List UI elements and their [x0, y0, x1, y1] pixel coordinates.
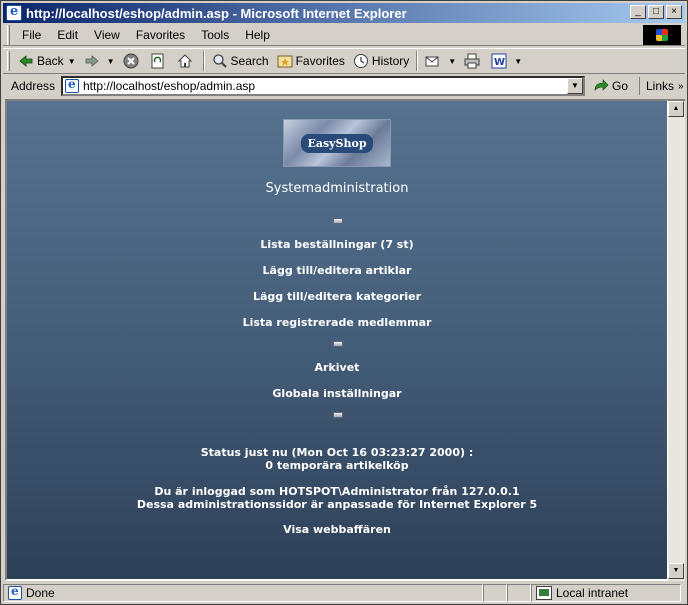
home-icon	[177, 53, 193, 69]
search-icon	[212, 53, 228, 69]
menu-help[interactable]: Help	[237, 28, 278, 42]
toolbar-grip[interactable]	[7, 51, 10, 71]
page-title: Systemadministration	[265, 181, 409, 196]
menubar-grip[interactable]	[7, 24, 10, 45]
links-button[interactable]: Links »	[639, 77, 684, 95]
window-controls: _ □ ×	[628, 5, 682, 19]
status-line: Status just nu (Mon Oct 16 03:23:27 2000…	[200, 446, 474, 459]
menu-favorites[interactable]: Favorites	[128, 28, 193, 42]
address-dropdown-button[interactable]: ▼	[567, 78, 583, 94]
easyshop-logo: EasyShop	[283, 119, 391, 167]
address-input[interactable]: http://localhost/eshop/admin.asp ▼	[61, 76, 585, 96]
menu-bar: File Edit View Favorites Tools Help	[3, 24, 685, 46]
menu-edit[interactable]: Edit	[49, 28, 86, 42]
browser-note-line: Dessa administrationssidor är anpassade …	[136, 498, 538, 511]
status-bar: Done Local intranet	[3, 583, 685, 603]
menu-view[interactable]: View	[86, 28, 128, 42]
refresh-button[interactable]	[146, 50, 173, 72]
address-url[interactable]: http://localhost/eshop/admin.asp	[83, 79, 255, 93]
bullet-icon	[333, 412, 343, 418]
print-button[interactable]	[460, 50, 487, 72]
links-label: Links	[646, 79, 675, 93]
title-bar: http://localhost/eshop/admin.asp - Micro…	[3, 3, 685, 23]
mail-dropdown-icon[interactable]: ▼	[448, 57, 456, 66]
edit-button[interactable]: W ▼	[487, 50, 526, 72]
address-bar: Address http://localhost/eshop/admin.asp…	[3, 75, 685, 97]
standard-toolbar: Back ▼ ▼ Search Favorites History ▼ W ▼	[3, 48, 685, 74]
logo-text: EasyShop	[301, 133, 373, 153]
status-pane	[507, 584, 531, 602]
bullet-icon	[333, 341, 343, 347]
categories-link[interactable]: Lägg till/editera kategorier	[7, 290, 667, 303]
view-shop-link[interactable]: Visa webbaffären	[7, 523, 667, 536]
orders-link[interactable]: Lista beställningar (7 st)	[7, 238, 667, 251]
word-edit-icon: W	[491, 53, 507, 69]
menu-file[interactable]: File	[14, 28, 49, 42]
history-button[interactable]: History	[349, 50, 413, 72]
forward-arrow-icon	[84, 53, 100, 69]
history-label: History	[371, 54, 410, 68]
search-button[interactable]: Search	[208, 50, 273, 72]
page-icon	[65, 77, 79, 93]
intranet-zone-icon	[536, 586, 552, 600]
back-arrow-icon	[18, 53, 34, 69]
archive-link[interactable]: Arkivet	[7, 361, 667, 374]
stop-icon	[123, 53, 139, 69]
browser-window: http://localhost/eshop/admin.asp - Micro…	[0, 0, 688, 605]
windows-throbber-icon	[643, 25, 681, 45]
window-title: http://localhost/eshop/admin.asp - Micro…	[26, 5, 407, 21]
articles-link[interactable]: Lägg till/editera artiklar	[7, 264, 667, 277]
temp-purchases-line: 0 temporära artikelköp	[265, 459, 409, 472]
back-button[interactable]: Back ▼	[14, 50, 80, 72]
zone-text: Local intranet	[556, 586, 629, 600]
refresh-icon	[150, 53, 166, 69]
back-dropdown-icon[interactable]: ▼	[68, 57, 76, 66]
forward-dropdown-icon[interactable]: ▼	[107, 57, 115, 66]
address-label: Address	[11, 79, 56, 93]
favorites-icon	[277, 53, 293, 69]
status-text-pane: Done	[3, 584, 483, 602]
maximize-button[interactable]: □	[648, 5, 664, 19]
scroll-down-button[interactable]: ▼	[668, 563, 684, 579]
stop-button[interactable]	[119, 50, 146, 72]
bullet-icon	[333, 218, 343, 224]
vertical-scrollbar[interactable]: ▲ ▼	[668, 99, 685, 581]
ie-logo-icon	[6, 4, 22, 21]
chevron-right-icon: »	[678, 80, 684, 92]
menu-tools[interactable]: Tools	[193, 28, 237, 42]
go-button[interactable]: Go	[593, 77, 628, 95]
status-text: Done	[26, 586, 55, 600]
scroll-up-button[interactable]: ▲	[668, 101, 684, 117]
go-arrow-icon	[593, 78, 609, 94]
login-info-line: Du är inloggad som HOTSPOT\Administrator…	[154, 485, 520, 498]
back-label: Back	[37, 54, 64, 68]
settings-link[interactable]: Globala inställningar	[7, 387, 667, 400]
zone-pane: Local intranet	[531, 584, 681, 602]
print-icon	[464, 53, 480, 69]
forward-button[interactable]: ▼	[80, 50, 119, 72]
toolbar-separator	[416, 51, 419, 71]
home-button[interactable]	[173, 50, 200, 72]
minimize-button[interactable]: _	[630, 5, 646, 19]
favorites-button[interactable]: Favorites	[273, 50, 349, 72]
go-label: Go	[612, 79, 629, 93]
mail-button[interactable]: ▼	[421, 50, 460, 72]
status-pane	[483, 584, 507, 602]
svg-text:W: W	[494, 57, 505, 68]
mail-icon	[425, 53, 441, 69]
toolbar-separator	[202, 51, 205, 71]
close-button[interactable]: ×	[666, 5, 682, 19]
favorites-label: Favorites	[295, 54, 345, 68]
history-icon	[353, 53, 369, 69]
search-label: Search	[230, 54, 269, 68]
page-done-icon	[8, 584, 22, 600]
page-content: EasyShop Systemadministration Lista best…	[5, 99, 669, 581]
members-link[interactable]: Lista registrerade medlemmar	[7, 316, 667, 329]
edit-dropdown-icon[interactable]: ▼	[514, 57, 522, 66]
